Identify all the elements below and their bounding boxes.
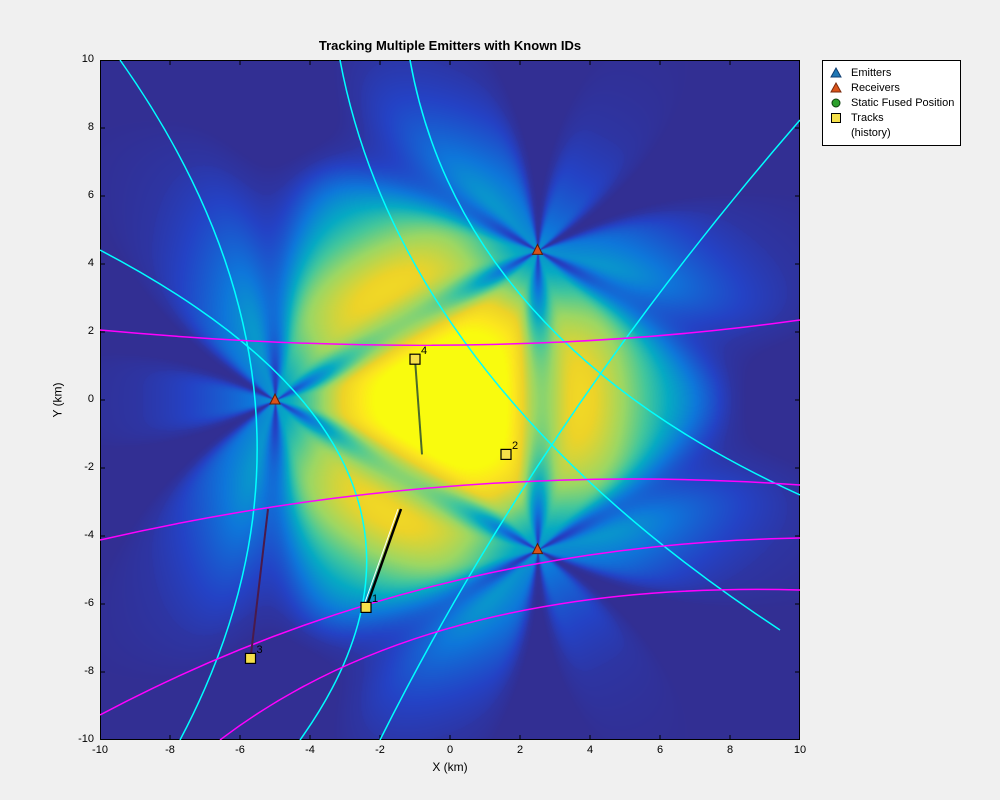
legend-label: (history) <box>851 127 891 139</box>
x-tick-label: -2 <box>365 744 395 756</box>
legend-label: Emitters <box>851 67 891 79</box>
x-tick-label: -8 <box>155 744 185 756</box>
legend-marker <box>829 67 843 79</box>
x-tick-label: 2 <box>505 744 535 756</box>
legend-marker <box>829 97 843 109</box>
legend-marker <box>829 127 843 139</box>
chart-title: Tracking Multiple Emitters with Known ID… <box>100 38 800 53</box>
legend-label: Tracks <box>851 112 884 124</box>
x-tick-label: -4 <box>295 744 325 756</box>
legend-marker <box>829 82 843 94</box>
y-tick-label: 8 <box>64 121 94 133</box>
y-tick-label: -2 <box>64 461 94 473</box>
receiver-marker <box>270 394 280 404</box>
y-tick-label: 6 <box>64 189 94 201</box>
track-id-label: 1 <box>372 593 378 605</box>
y-tick-label: 0 <box>64 393 94 405</box>
x-tick-label: 6 <box>645 744 675 756</box>
x-axis-label: X (km) <box>100 760 800 774</box>
receivers-markers <box>270 244 543 553</box>
legend-item: Emitters <box>829 66 954 80</box>
track-id-label: 3 <box>257 644 263 656</box>
x-tick-label: 4 <box>575 744 605 756</box>
axes[interactable]: 1 2 3 4 <box>100 60 800 740</box>
x-tick-label: 8 <box>715 744 745 756</box>
y-tick-label: -10 <box>64 733 94 745</box>
y-tick-label: -4 <box>64 529 94 541</box>
track-marker <box>361 602 371 612</box>
x-tick-label: 10 <box>785 744 815 756</box>
legend-item: (history) <box>829 126 954 140</box>
track-marker <box>410 354 420 364</box>
track-marker <box>501 449 511 459</box>
x-tick-label: 0 <box>435 744 465 756</box>
tick-marks <box>100 60 800 740</box>
legend-item: Static Fused Position <box>829 96 954 110</box>
receiver-marker <box>533 544 543 554</box>
y-tick-label: -6 <box>64 597 94 609</box>
track-marker <box>246 653 256 663</box>
x-tick-label: -10 <box>85 744 115 756</box>
legend-label: Static Fused Position <box>851 97 954 109</box>
track-id-label: 4 <box>421 345 427 357</box>
axes-box <box>101 61 800 740</box>
legend-label: Receivers <box>851 82 900 94</box>
legend[interactable]: Emitters Receivers Static Fused Position Tr… <box>822 60 961 146</box>
y-tick-label: -8 <box>64 665 94 677</box>
receiver-marker <box>533 244 543 254</box>
y-tick-label: 10 <box>64 53 94 65</box>
tdoa-curves-magenta <box>100 320 800 740</box>
y-tick-label: 4 <box>64 257 94 269</box>
x-tick-label: -6 <box>225 744 255 756</box>
legend-item: Tracks <box>829 111 954 125</box>
tdoa-curves-cyan <box>100 60 800 740</box>
overlay-svg <box>100 60 800 740</box>
y-tick-label: 2 <box>64 325 94 337</box>
tracks-markers <box>246 354 512 663</box>
track-id-label: 2 <box>512 440 518 452</box>
legend-marker <box>829 112 843 124</box>
legend-item: Receivers <box>829 81 954 95</box>
figure-window: Tracking Multiple Emitters with Known ID… <box>0 0 1000 800</box>
